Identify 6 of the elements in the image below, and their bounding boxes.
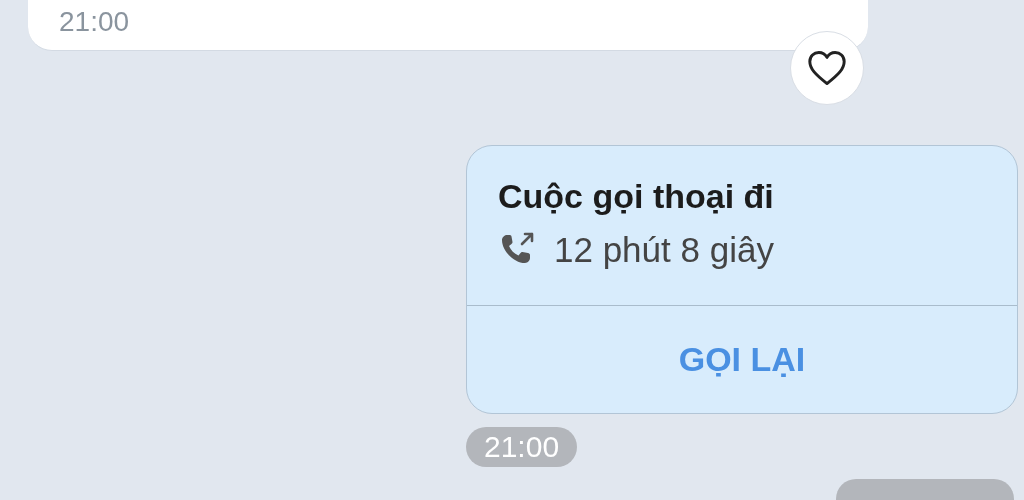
call-duration: 12 phút 8 giây	[554, 229, 774, 271]
heart-icon	[807, 50, 847, 86]
time-badge: 21:00	[466, 427, 578, 467]
call-title: Cuộc gọi thoại đi	[498, 176, 775, 217]
message-time: 21:00	[59, 8, 130, 36]
call-back-button[interactable]: GỌI LẠI	[467, 306, 1017, 413]
